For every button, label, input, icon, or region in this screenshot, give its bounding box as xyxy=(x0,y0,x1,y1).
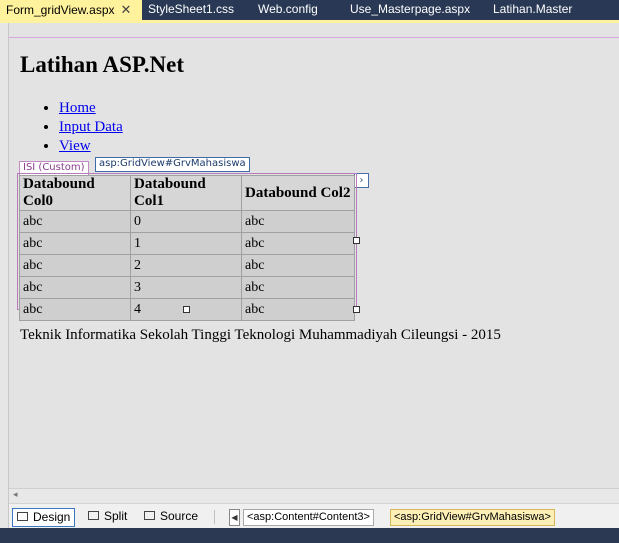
column-header: Databound Col1 xyxy=(130,175,242,211)
tab-label: Use_Masterpage.aspx xyxy=(350,2,471,16)
split-view-button[interactable]: Split xyxy=(84,508,131,525)
scroll-left-icon[interactable]: ◂ xyxy=(13,490,18,500)
table-header-row: Databound Col0 Databound Col1 Databound … xyxy=(19,175,355,211)
table-cell: abc xyxy=(241,232,355,255)
tab-use-masterpage[interactable]: Use_Masterpage.aspx xyxy=(350,0,470,20)
nav-item: View xyxy=(59,137,123,156)
tab-latihan-master[interactable]: Latihan.Master xyxy=(493,0,572,20)
design-view-button[interactable]: Design xyxy=(12,508,76,527)
resize-handle-corner[interactable] xyxy=(353,306,360,313)
table-cell: abc xyxy=(19,232,131,255)
table-cell: abc xyxy=(241,298,355,321)
split-label: Split xyxy=(104,509,128,523)
table-cell: abc xyxy=(19,276,131,299)
tab-label: Form_gridView.aspx xyxy=(6,3,115,17)
column-header: Databound Col2 xyxy=(241,175,355,211)
nav-link-home[interactable]: Home xyxy=(59,100,96,116)
tab-stylesheet[interactable]: StyleSheet1.css xyxy=(148,0,234,20)
nav-item: Home xyxy=(59,99,123,118)
document-tab-bar: Form_gridView.aspx ✕ StyleSheet1.css Web.… xyxy=(0,0,619,20)
tab-form-gridview[interactable]: Form_gridView.aspx ✕ xyxy=(0,0,142,20)
gridview-tag[interactable]: asp:GridView#GrvMahasiswa xyxy=(95,157,250,172)
table-row: abc 2 abc xyxy=(19,254,355,277)
design-label: Design xyxy=(33,510,71,524)
table-row: abc 3 abc xyxy=(19,276,355,299)
divider xyxy=(214,510,215,524)
nav-link-input-data[interactable]: Input Data xyxy=(59,119,123,135)
table-cell: 2 xyxy=(130,254,242,277)
resize-handle-bottom[interactable] xyxy=(183,306,190,313)
table-cell: abc xyxy=(241,254,355,277)
gridview[interactable]: Databound Col0 Databound Col1 Databound … xyxy=(19,175,355,321)
table-cell: 3 xyxy=(130,276,242,299)
crumb-prev-icon[interactable]: ◀ xyxy=(229,509,240,526)
table-cell: abc xyxy=(241,276,355,299)
tab-label: StyleSheet1.css xyxy=(148,2,235,16)
split-icon xyxy=(88,511,99,521)
tab-web-config[interactable]: Web.config xyxy=(258,0,318,20)
source-icon xyxy=(144,511,155,521)
breadcrumb-content3[interactable]: <asp:Content#Content3> xyxy=(243,509,374,526)
horizontal-scrollbar[interactable]: ◂ xyxy=(9,488,619,503)
nav-item: Input Data xyxy=(59,118,123,137)
content-guide-line xyxy=(9,37,619,38)
tab-label: Web.config xyxy=(258,2,318,16)
page-footer-text: Teknik Informatika Sekolah Tinggi Teknol… xyxy=(20,327,501,343)
designer-status-bar: Design Split Source ◀ <asp:Content#Conte… xyxy=(9,503,619,530)
nav-list: Home Input Data View xyxy=(38,99,123,156)
table-cell: abc xyxy=(19,254,131,277)
left-gutter xyxy=(0,23,9,528)
table-cell: 0 xyxy=(130,210,242,233)
table-row: abc 0 abc xyxy=(19,210,355,233)
tab-label: Latihan.Master xyxy=(493,2,573,16)
column-header: Databound Col0 xyxy=(19,175,131,211)
design-icon xyxy=(17,512,28,522)
window-bottom-edge xyxy=(0,528,619,543)
page-title: Latihan ASP.Net xyxy=(20,52,185,77)
source-view-button[interactable]: Source xyxy=(140,508,202,525)
resize-handle-right[interactable] xyxy=(353,237,360,244)
breadcrumb-gridview[interactable]: <asp:GridView#GrvMahasiswa> xyxy=(390,509,555,526)
table-row: abc 1 abc xyxy=(19,232,355,255)
close-icon[interactable]: ✕ xyxy=(121,0,132,19)
source-label: Source xyxy=(160,509,199,523)
table-cell: abc xyxy=(241,210,355,233)
table-cell: abc xyxy=(19,298,131,321)
table-cell: abc xyxy=(19,210,131,233)
nav-link-view[interactable]: View xyxy=(59,138,91,154)
table-cell: 1 xyxy=(130,232,242,255)
